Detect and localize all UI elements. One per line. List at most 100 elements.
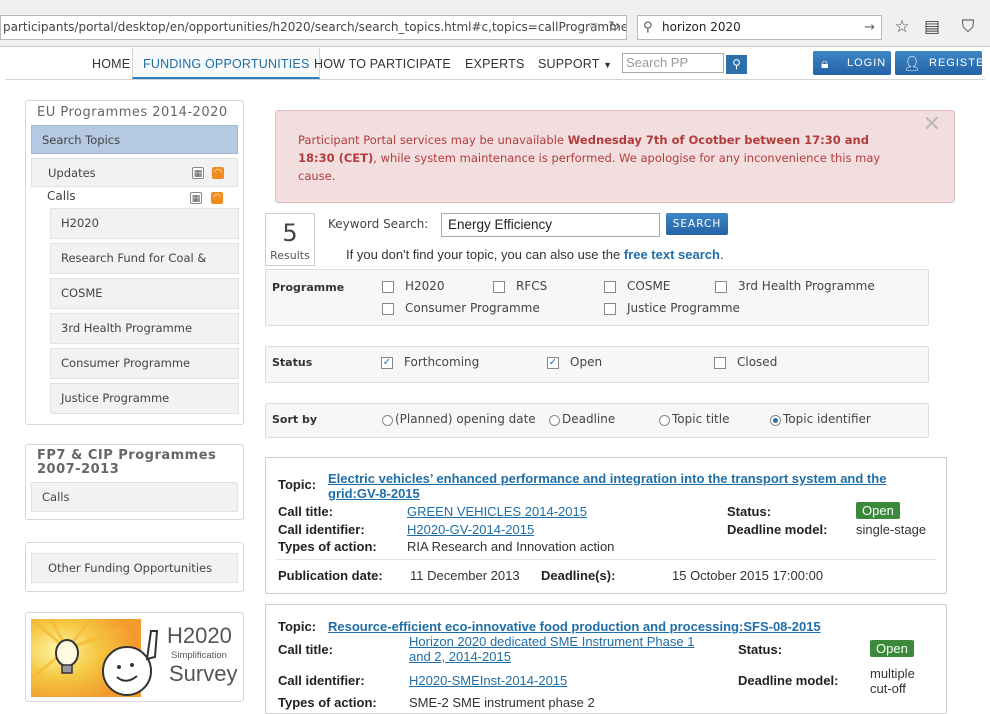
status-field-label: Status:	[738, 642, 783, 657]
user-icon: 👤︎	[903, 55, 922, 71]
rss-icon[interactable]: ◠	[212, 167, 224, 179]
checkbox-open[interactable]: ✓	[547, 357, 559, 369]
sidebar-item-updates[interactable]: Updates ▦ ◠	[31, 158, 238, 187]
card-divider	[276, 559, 936, 560]
star-icon[interactable]: ☆	[890, 15, 914, 40]
url-dropdown-icon[interactable]: ▽	[589, 16, 598, 39]
checkbox-label-rfcs: RFCS	[516, 279, 548, 293]
checkbox-cosme[interactable]	[604, 281, 616, 293]
reload-icon[interactable]: ↻	[608, 16, 620, 39]
sidebar-item-consumer[interactable]: Consumer Programme	[50, 348, 239, 379]
call-title-label: Call title:	[278, 642, 333, 657]
topic-title-line1: Electric vehicles’ enhanced performance …	[328, 471, 887, 486]
radio-topic-identifier[interactable]	[770, 415, 781, 426]
site-search-input[interactable]: Search PP	[622, 53, 724, 73]
sidebar-item-justice[interactable]: Justice Programme	[50, 383, 239, 414]
radio-label-topic-identifier: Topic identifier	[783, 412, 871, 426]
browser-search-input[interactable]: ⚲ horizon 2020 →	[637, 15, 882, 40]
checkbox-3rd-health[interactable]	[715, 281, 727, 293]
calendar-icon[interactable]: ▦	[192, 167, 204, 179]
checkbox-closed[interactable]	[714, 357, 726, 369]
sidebar-item-h2020[interactable]: H2020	[50, 208, 239, 239]
alert-text-post: , while system maintenance is performed.…	[298, 151, 881, 183]
calendar-icon[interactable]: ▦	[190, 192, 202, 204]
checkbox-h2020[interactable]	[382, 281, 394, 293]
search-go-icon[interactable]: →	[864, 16, 875, 39]
keyword-search-label: Keyword Search:	[328, 217, 429, 231]
site-search-button[interactable]: ⚲	[726, 55, 747, 74]
login-button[interactable]: 🔒︎ LOGIN	[813, 51, 891, 75]
alert-text-pre: Participant Portal services may be unava…	[298, 133, 568, 147]
chevron-down-icon: ▼	[603, 60, 613, 70]
sidebar-item-fp7-calls[interactable]: Calls	[31, 482, 238, 512]
sidebar-item-calls[interactable]: Calls	[47, 189, 76, 203]
results-count-box: 5 Results	[265, 213, 315, 266]
hint-text: If you don't find your topic, you can al…	[346, 247, 624, 262]
deadline-model-label: Deadline model:	[727, 522, 828, 537]
call-title-link[interactable]: Horizon 2020 dedicated SME Instrument Ph…	[409, 634, 694, 664]
keyword-search-input[interactable]: Energy Efficiency	[441, 213, 660, 237]
call-identifier-link[interactable]: H2020-SMEInst-2014-2015	[409, 673, 567, 688]
radio-label-opening-date: (Planned) opening date	[395, 412, 536, 426]
fp7-programmes-panel: FP7 & CIP Programmes 2007-2013 Calls	[25, 444, 244, 520]
eu-programmes-title: EU Programmes 2014-2020	[37, 105, 228, 120]
programme-filter: Programme H2020 RFCS COSME 3rd Health Pr…	[265, 269, 929, 326]
survey-word: Survey	[169, 661, 238, 686]
register-button[interactable]: 👤︎ REGISTER	[895, 51, 990, 75]
nav-support[interactable]: SUPPORT ▼	[528, 48, 622, 79]
topic-title-line2: grid:GV-8-2015	[328, 486, 420, 501]
free-text-search-link[interactable]: free text search	[624, 247, 720, 262]
sidebar-item-search-topics[interactable]: Search Topics	[31, 125, 238, 154]
reading-list-icon[interactable]: ▤	[920, 15, 944, 40]
nav-experts[interactable]: EXPERTS	[455, 48, 535, 79]
survey-banner[interactable]: H2020 Simplification Survey	[31, 619, 238, 697]
rss-icon[interactable]: ◠	[211, 192, 223, 204]
sidebar-item-cosme[interactable]: COSME	[50, 278, 239, 309]
types-value: SME-2 SME instrument phase 2	[409, 695, 595, 710]
survey-subtitle: Simplification	[171, 650, 227, 661]
deadline-model-line1: multiple	[870, 666, 915, 681]
status-badge: Open	[856, 502, 900, 519]
sidebar-item-other-funding[interactable]: Other Funding Opportunities	[31, 553, 238, 583]
address-bar[interactable]: participants/portal/desktop/en/opportuni…	[0, 15, 627, 40]
checkbox-consumer[interactable]	[382, 303, 394, 315]
close-icon[interactable]: ✕	[923, 114, 941, 136]
topic-title-link[interactable]: Electric vehicles’ enhanced performance …	[328, 471, 886, 501]
url-text: participants/portal/desktop/en/opportuni…	[3, 20, 627, 34]
types-value: RIA Research and Innovation action	[407, 539, 615, 554]
programme-label: Programme	[272, 281, 345, 294]
nav-funding-opportunities[interactable]: FUNDING OPPORTUNITIES	[132, 48, 321, 79]
nav-how-to-participate[interactable]: HOW TO PARTICIPATE	[304, 48, 461, 79]
browser-search-text: horizon 2020	[662, 20, 741, 34]
sidebar-item-label: Updates	[48, 166, 96, 180]
sidebar-item-rfcs[interactable]: Research Fund for Coal & Steel	[50, 243, 239, 293]
topic-title-link[interactable]: Resource-efficient eco-innovative food p…	[328, 619, 821, 634]
browser-toolbar: participants/portal/desktop/en/opportuni…	[0, 0, 990, 47]
fp7-programmes-title: FP7 & CIP Programmes 2007-2013	[37, 448, 217, 477]
call-identifier-link[interactable]: H2020-GV-2014-2015	[407, 522, 534, 537]
deadline-model-value: multiple cut-off	[870, 666, 915, 696]
radio-label-topic-title: Topic title	[672, 412, 730, 426]
search-button[interactable]: SEARCH	[666, 213, 728, 235]
publication-date-value: 11 December 2013	[410, 568, 520, 583]
deadline-model-value: single-stage	[856, 522, 927, 537]
deadlines-label: Deadline(s):	[541, 568, 616, 583]
call-title-line1: Horizon 2020 dedicated SME Instrument Ph…	[409, 634, 695, 649]
pocket-icon[interactable]: ⛉	[956, 15, 980, 40]
deadline-value: 15 October 2015 17:00:00	[672, 568, 824, 583]
checkbox-rfcs[interactable]	[493, 281, 505, 293]
publication-date-label: Publication date:	[278, 568, 383, 583]
call-title-link[interactable]: GREEN VEHICLES 2014-2015	[407, 504, 587, 519]
radio-opening-date[interactable]	[382, 415, 393, 426]
radio-topic-title[interactable]	[659, 415, 670, 426]
checkbox-forthcoming[interactable]: ✓	[381, 357, 393, 369]
sidebar-item-3rd-health[interactable]: 3rd Health Programme	[50, 313, 239, 344]
eu-programmes-panel: EU Programmes 2014-2020 Search Topics Up…	[25, 100, 244, 425]
types-label: Types of action:	[278, 695, 377, 710]
radio-deadline[interactable]	[549, 415, 560, 426]
checkbox-label-consumer: Consumer Programme	[405, 301, 540, 315]
topic-label: Topic:	[278, 619, 317, 634]
topic-card: Topic: Electric vehicles’ enhanced perfo…	[265, 457, 947, 594]
results-label: Results	[270, 249, 310, 262]
checkbox-justice[interactable]	[604, 303, 616, 315]
